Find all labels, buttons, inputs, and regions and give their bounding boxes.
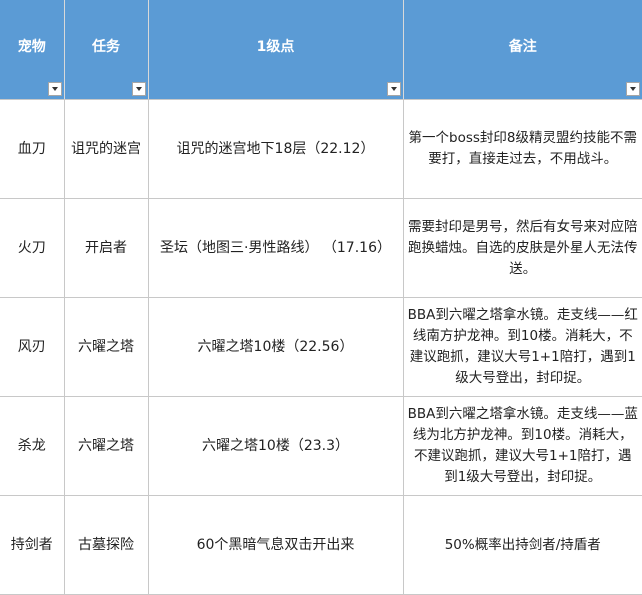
- header-pet: 宠物: [0, 0, 65, 100]
- header-quest: 任务: [64, 0, 149, 100]
- cell-spot[interactable]: 六曜之塔10楼（22.56）: [148, 297, 404, 397]
- cell-spot[interactable]: 诅咒的迷宫地下18层（22.12）: [148, 99, 404, 199]
- header-note: 备注: [403, 0, 642, 100]
- cell-pet[interactable]: 火刀: [0, 198, 65, 298]
- header-spot: 1级点: [148, 0, 404, 100]
- cell-pet[interactable]: 持剑者: [0, 495, 65, 595]
- cell-spot[interactable]: 圣坛（地图三·男性路线） （17.16）: [148, 198, 404, 298]
- filter-dropdown-icon[interactable]: [626, 82, 640, 96]
- table-row: 持剑者 古墓探险 60个黑暗气息双击开出来 50%概率出持剑者/持盾者: [0, 495, 642, 595]
- filter-dropdown-icon[interactable]: [131, 82, 146, 96]
- cell-quest[interactable]: 诅咒的迷宫: [64, 99, 149, 199]
- cell-spot[interactable]: 六曜之塔10楼（23.3）: [148, 396, 404, 496]
- pet-table: 宠物 任务 1级点 备注 血刀 诅咒的迷宫 诅咒的迷宫地下18层（22.12） …: [0, 0, 642, 595]
- cell-quest[interactable]: 六曜之塔: [64, 297, 149, 397]
- cell-note[interactable]: 需要封印是男号，然后有女号来对应陪跑换蜡烛。自选的皮肤是外星人无法传送。: [403, 198, 642, 298]
- cell-note[interactable]: 第一个boss封印8级精灵盟约技能不需要打，直接走过去，不用战斗。: [403, 99, 642, 199]
- cell-note[interactable]: 50%概率出持剑者/持盾者: [403, 495, 642, 595]
- header-spot-label: 1级点: [256, 39, 295, 55]
- filter-dropdown-icon[interactable]: [386, 82, 401, 96]
- cell-spot[interactable]: 60个黑暗气息双击开出来: [148, 495, 404, 595]
- cell-note[interactable]: BBA到六曜之塔拿水镜。走支线——红线南方护龙神。到10楼。消耗大，不建议跑抓，…: [403, 297, 642, 397]
- cell-pet[interactable]: 血刀: [0, 99, 65, 199]
- header-note-label: 备注: [508, 39, 537, 55]
- filter-dropdown-icon[interactable]: [47, 82, 62, 96]
- spreadsheet: 宠物 任务 1级点 备注 血刀 诅咒的迷宫 诅咒的迷宫地下18层（22.12） …: [0, 0, 642, 595]
- table-row: 火刀 开启者 圣坛（地图三·男性路线） （17.16） 需要封印是男号，然后有女…: [0, 198, 642, 298]
- table-row: 风刃 六曜之塔 六曜之塔10楼（22.56） BBA到六曜之塔拿水镜。走支线——…: [0, 297, 642, 397]
- cell-note[interactable]: BBA到六曜之塔拿水镜。走支线——蓝线为北方护龙神。到10楼。消耗大，不建议跑抓…: [403, 396, 642, 496]
- cell-quest[interactable]: 古墓探险: [64, 495, 149, 595]
- table-row: 杀龙 六曜之塔 六曜之塔10楼（23.3） BBA到六曜之塔拿水镜。走支线——蓝…: [0, 396, 642, 496]
- cell-pet[interactable]: 杀龙: [0, 396, 65, 496]
- header-pet-label: 宠物: [17, 39, 46, 55]
- cell-quest[interactable]: 六曜之塔: [64, 396, 149, 496]
- header-row: 宠物 任务 1级点 备注: [0, 0, 642, 100]
- table-row: 血刀 诅咒的迷宫 诅咒的迷宫地下18层（22.12） 第一个boss封印8级精灵…: [0, 99, 642, 199]
- header-quest-label: 任务: [92, 39, 120, 55]
- cell-quest[interactable]: 开启者: [64, 198, 149, 298]
- cell-pet[interactable]: 风刃: [0, 297, 65, 397]
